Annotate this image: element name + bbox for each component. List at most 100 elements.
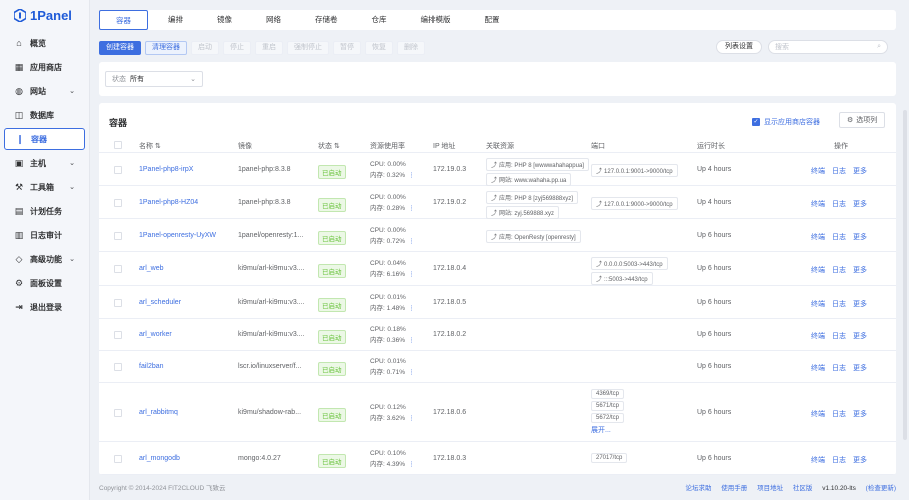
page-scrollbar[interactable]: [903, 110, 907, 440]
more-vertical-icon[interactable]: ⋮: [408, 205, 415, 212]
project-link[interactable]: 项目地址: [757, 485, 783, 492]
tab-6[interactable]: 编排模版: [407, 10, 465, 30]
log-link[interactable]: 日志: [832, 411, 846, 418]
tab-3[interactable]: 网络: [252, 10, 295, 30]
port-tag[interactable]: ⤴ 0.0.0.0:5003->443/tcp: [591, 257, 668, 270]
port-tag[interactable]: 27017/tcp: [591, 452, 628, 463]
status-badge[interactable]: 已启动: [318, 362, 346, 376]
row-checkbox[interactable]: [114, 298, 122, 307]
show-store-containers-toggle[interactable]: ✓ 显示应用商店容器: [752, 117, 820, 127]
list-settings-button[interactable]: 列表设置: [716, 40, 762, 54]
tab-2[interactable]: 镜像: [203, 10, 246, 30]
sidebar-item-10[interactable]: ⚙ 面板设置: [4, 272, 85, 294]
stop-button[interactable]: 停止: [223, 41, 251, 55]
header-status[interactable]: 状态 ⇅: [318, 141, 340, 151]
status-filter-select[interactable]: 状态 所有 ⌄: [105, 71, 203, 87]
container-name-link[interactable]: fail2ban: [139, 363, 164, 370]
expand-ports-link[interactable]: 展开...: [591, 427, 611, 434]
log-link[interactable]: 日志: [832, 365, 846, 372]
terminal-link[interactable]: 终端: [811, 267, 825, 274]
sidebar-item-8[interactable]: ▥ 日志审计: [4, 224, 85, 246]
more-vertical-icon[interactable]: ⋮: [408, 271, 415, 278]
related-resource-tag[interactable]: ⤴ 应用: OpenResty [openresty]: [486, 229, 581, 243]
status-badge[interactable]: 已启动: [318, 264, 346, 278]
related-resource-tag[interactable]: ⤴ 网站: www.wahaha.pp.ua: [486, 172, 572, 186]
tab-0[interactable]: 容器: [99, 10, 148, 30]
log-link[interactable]: 日志: [832, 301, 846, 308]
search-input[interactable]: 搜索 ⌕: [768, 40, 888, 54]
status-badge[interactable]: 已启动: [318, 453, 346, 468]
more-link[interactable]: 更多: [853, 267, 867, 274]
port-tag[interactable]: 5672/tcp: [591, 412, 625, 423]
terminal-link[interactable]: 终端: [811, 201, 825, 208]
tab-1[interactable]: 编排: [154, 10, 197, 30]
start-button[interactable]: 启动: [191, 41, 219, 55]
more-vertical-icon[interactable]: ⋮: [408, 305, 415, 312]
tab-5[interactable]: 仓库: [358, 10, 401, 30]
sidebar-item-0[interactable]: ⌂ 概览: [4, 32, 85, 54]
tab-7[interactable]: 配置: [471, 10, 514, 30]
manual-link[interactable]: 使用手册: [721, 485, 747, 492]
terminal-link[interactable]: 终端: [811, 411, 825, 418]
forum-link[interactable]: 论坛求助: [685, 485, 711, 492]
terminal-link[interactable]: 终端: [811, 234, 825, 241]
sidebar-item-7[interactable]: ▤ 计划任务: [4, 200, 85, 222]
sidebar-item-11[interactable]: ⇥ 退出登录: [4, 296, 85, 318]
status-badge[interactable]: 已启动: [318, 330, 346, 344]
status-badge[interactable]: 已启动: [318, 230, 346, 245]
sidebar-item-1[interactable]: ▦ 应用商店: [4, 56, 85, 78]
more-link[interactable]: 更多: [853, 201, 867, 208]
header-name[interactable]: 名称 ⇅: [139, 141, 161, 151]
log-link[interactable]: 日志: [832, 333, 846, 340]
more-link[interactable]: 更多: [853, 411, 867, 418]
status-badge[interactable]: 已启动: [318, 197, 346, 212]
more-vertical-icon[interactable]: ⋮: [408, 369, 415, 376]
terminal-link[interactable]: 终端: [811, 333, 825, 340]
container-name-link[interactable]: arl_rabbitmq: [139, 409, 178, 416]
container-name-link[interactable]: arl_worker: [139, 331, 172, 338]
more-link[interactable]: 更多: [853, 365, 867, 372]
check-update-link[interactable]: (检查更新): [866, 485, 896, 492]
status-badge[interactable]: 已启动: [318, 164, 346, 179]
log-link[interactable]: 日志: [832, 234, 846, 241]
log-link[interactable]: 日志: [832, 267, 846, 274]
pause-button[interactable]: 暂停: [333, 41, 361, 55]
terminal-link[interactable]: 终端: [811, 301, 825, 308]
column-options-button[interactable]: ⚙ 选项列: [839, 112, 886, 128]
sidebar-item-5[interactable]: ▣ 主机 ⌄: [4, 152, 85, 174]
create-container-button[interactable]: 创建容器: [99, 41, 141, 55]
sidebar-item-9[interactable]: ◇ 高级功能 ⌄: [4, 248, 85, 270]
log-link[interactable]: 日志: [832, 201, 846, 208]
related-resource-tag[interactable]: ⤴ 网站: zyj.569888.xyz: [486, 205, 560, 219]
more-link[interactable]: 更多: [853, 457, 867, 464]
more-vertical-icon[interactable]: ⋮: [408, 337, 415, 344]
port-tag[interactable]: ⤴ 127.0.0.1:9000->9000/tcp: [591, 196, 678, 210]
related-resource-tag[interactable]: ⤴ 应用: PHP 8 [zyj569888xyz]: [486, 190, 578, 204]
container-name-link[interactable]: 1Panel-php8-HZ04: [139, 199, 198, 206]
resume-button[interactable]: 恢复: [365, 41, 393, 55]
port-tag[interactable]: 4369/tcp: [591, 388, 625, 399]
row-checkbox[interactable]: [114, 454, 122, 463]
more-vertical-icon[interactable]: ⋮: [408, 172, 415, 179]
checkbox-checked-icon[interactable]: ✓: [752, 118, 760, 126]
sidebar-item-6[interactable]: ⚒ 工具箱 ⌄: [4, 176, 85, 198]
sidebar-item-3[interactable]: ◫ 数据库: [4, 104, 85, 126]
clean-container-button[interactable]: 清理容器: [145, 41, 187, 55]
more-link[interactable]: 更多: [853, 168, 867, 175]
container-name-link[interactable]: arl_web: [139, 265, 164, 272]
row-checkbox[interactable]: [114, 331, 122, 339]
select-all-checkbox[interactable]: [114, 141, 122, 149]
sidebar-item-4[interactable]: ❙ 容器: [4, 128, 85, 150]
container-name-link[interactable]: arl_scheduler: [139, 299, 181, 306]
more-link[interactable]: 更多: [853, 333, 867, 340]
port-tag[interactable]: ⤴:::5003->443/tcp: [591, 272, 653, 285]
port-tag[interactable]: 5671/tcp: [591, 400, 625, 411]
tab-4[interactable]: 存储卷: [301, 10, 352, 30]
row-checkbox[interactable]: [114, 198, 122, 207]
row-checkbox[interactable]: [114, 408, 122, 417]
row-checkbox[interactable]: [114, 363, 122, 371]
log-link[interactable]: 日志: [832, 168, 846, 175]
container-name-link[interactable]: 1Panel-php8-irpX: [139, 166, 193, 173]
container-name-link[interactable]: 1Panel-openresty-UyXW: [139, 232, 216, 239]
terminal-link[interactable]: 终端: [811, 457, 825, 464]
